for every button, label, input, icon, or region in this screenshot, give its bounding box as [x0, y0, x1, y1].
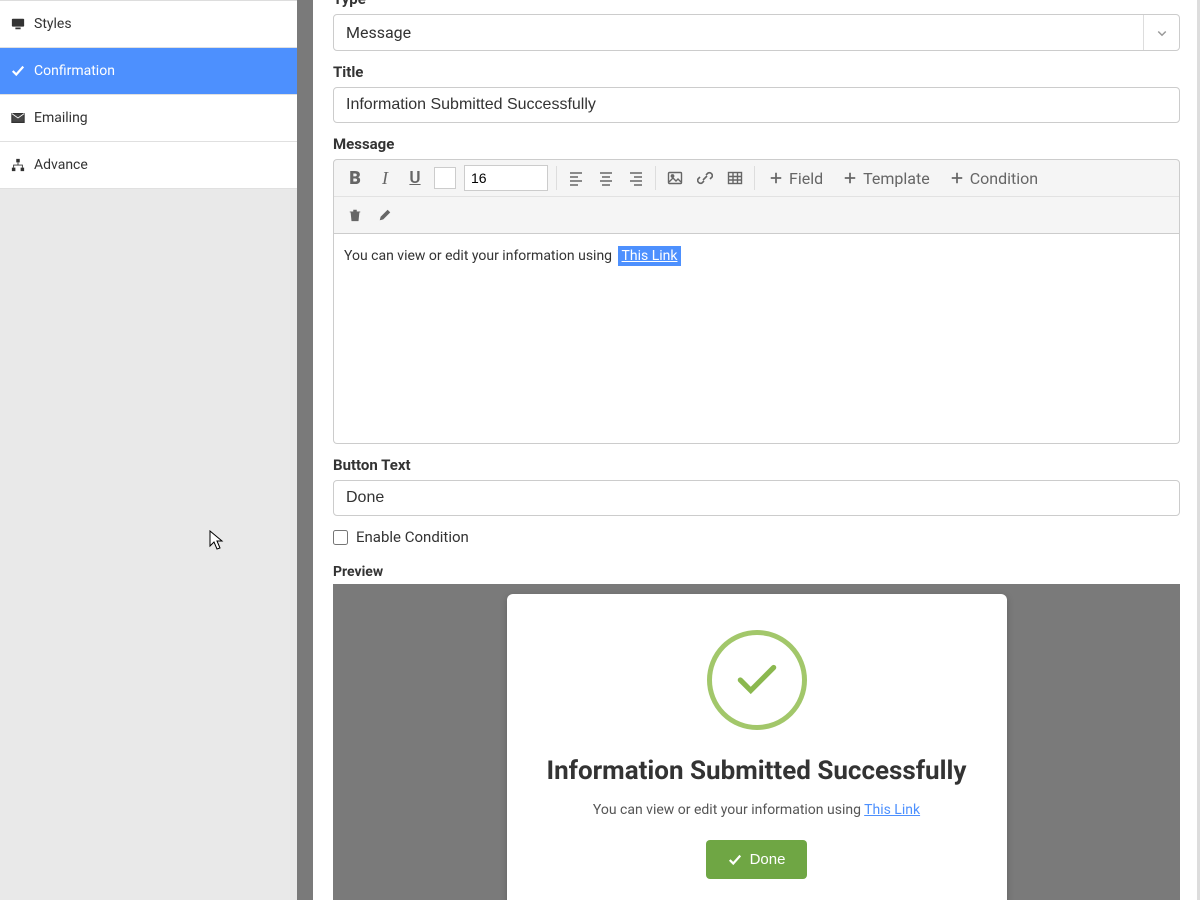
chevron-down-icon: [1143, 15, 1179, 50]
sidebar-item-label: Confirmation: [34, 63, 115, 79]
align-center-button[interactable]: [591, 164, 621, 192]
enable-condition-checkbox[interactable]: [333, 530, 348, 545]
insert-field-button[interactable]: Field: [759, 164, 833, 192]
display-icon: [10, 17, 26, 31]
preview-label: Preview: [333, 564, 1180, 580]
nodes-icon: [10, 158, 26, 172]
sidebar: Styles Confirmation Emailing Advance: [0, 0, 297, 900]
preview-area: Information Submitted Successfully You c…: [333, 584, 1180, 900]
type-value: Message: [346, 23, 411, 42]
title-label: Title: [333, 63, 1180, 81]
field-title: Title: [333, 63, 1180, 123]
page-gutter: [297, 0, 313, 900]
preview-link[interactable]: This Link: [864, 802, 920, 818]
field-button-text: Button Text: [333, 456, 1180, 516]
success-check-icon: [707, 630, 807, 730]
enable-condition-label: Enable Condition: [356, 528, 469, 546]
main-content: Type Message Title Message B I U: [313, 0, 1200, 900]
sidebar-item-styles[interactable]: Styles: [0, 1, 297, 48]
text-color-swatch[interactable]: [434, 167, 456, 189]
preview-message: You can view or edit your information us…: [537, 802, 977, 818]
envelope-icon: [10, 111, 26, 125]
image-button[interactable]: [660, 164, 690, 192]
sidebar-item-confirmation[interactable]: Confirmation: [0, 48, 297, 95]
delete-button[interactable]: [340, 201, 370, 229]
sidebar-item-label: Advance: [34, 157, 88, 173]
insert-template-button[interactable]: Template: [833, 164, 940, 192]
title-input[interactable]: [333, 87, 1180, 123]
editor-text: You can view or edit your information us…: [344, 248, 616, 264]
bold-button[interactable]: B: [340, 164, 370, 192]
preview-title: Information Submitted Successfully: [537, 756, 977, 786]
message-editor[interactable]: You can view or edit your information us…: [333, 234, 1180, 444]
button-text-input[interactable]: [333, 480, 1180, 516]
sidebar-item-advance[interactable]: Advance: [0, 142, 297, 189]
table-button[interactable]: [720, 164, 750, 192]
sidebar-item-emailing[interactable]: Emailing: [0, 95, 297, 142]
preview-card: Information Submitted Successfully You c…: [507, 594, 1007, 900]
italic-button[interactable]: I: [370, 164, 400, 192]
button-text-label: Button Text: [333, 456, 1180, 474]
link-button[interactable]: [690, 164, 720, 192]
sidebar-item-label: Emailing: [34, 110, 88, 126]
type-label: Type: [333, 0, 1180, 8]
message-label: Message: [333, 135, 1180, 153]
insert-condition-button[interactable]: Condition: [940, 164, 1048, 192]
font-size-input[interactable]: [464, 165, 548, 191]
field-type: Type Message: [333, 0, 1180, 51]
type-select[interactable]: Message: [333, 14, 1180, 51]
edit-button[interactable]: [370, 201, 400, 229]
field-message: Message B I U: [333, 135, 1180, 444]
editor-link[interactable]: This Link: [618, 246, 682, 266]
editor-toolbar: B I U: [333, 159, 1180, 234]
align-right-button[interactable]: [621, 164, 651, 192]
enable-condition-row[interactable]: Enable Condition: [333, 528, 1180, 546]
check-icon: [10, 64, 26, 78]
underline-button[interactable]: U: [400, 164, 430, 192]
sidebar-item-label: Styles: [34, 16, 72, 32]
preview-done-button[interactable]: Done: [706, 840, 808, 879]
align-left-button[interactable]: [561, 164, 591, 192]
